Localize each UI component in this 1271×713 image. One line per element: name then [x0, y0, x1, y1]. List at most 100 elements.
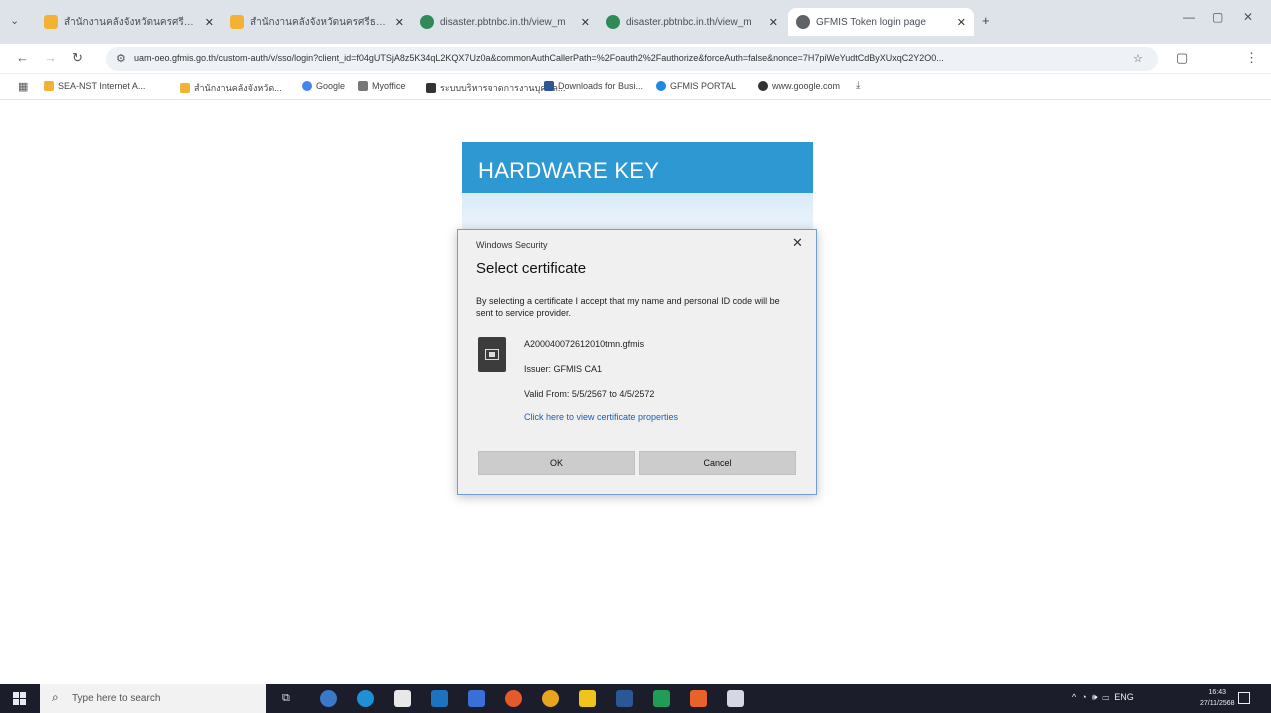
bookmark-label: Google: [316, 81, 346, 91]
mail-icon[interactable]: [468, 690, 485, 707]
bookmark-label: www.google.com: [772, 81, 841, 91]
site-info-icon[interactable]: ⚙: [116, 52, 126, 65]
close-tab-icon[interactable]: ✕: [581, 16, 590, 29]
browser-tab-2[interactable]: สำนักงานคลังจังหวัดนครศรีธรรมราช ✕: [222, 8, 412, 36]
bookmark-4[interactable]: Myoffice: [358, 81, 405, 91]
dialog-description: By selecting a certificate I accept that…: [476, 296, 780, 318]
browser-tab-3[interactable]: disaster.pbtnbc.in.th/view_m ✕: [412, 8, 598, 36]
certificate-validity: Valid From: 5/5/2567 to 4/5/2572: [524, 389, 655, 399]
bookmark-label: สำนักงานคลังจังหวัด...: [194, 83, 282, 93]
word-icon[interactable]: [616, 690, 633, 707]
store-icon[interactable]: [394, 690, 411, 707]
globe-icon: [758, 81, 768, 91]
favicon-icon: [796, 15, 810, 29]
cancel-button[interactable]: Cancel: [639, 451, 796, 475]
menu-kebab-icon[interactable]: ⋮: [1245, 50, 1258, 66]
taskbar-clock[interactable]: 16:43 27/11/2568: [1200, 687, 1235, 709]
download-icon[interactable]: ⤓: [856, 80, 860, 91]
notification-icon[interactable]: [1238, 692, 1250, 704]
favicon-icon: [44, 15, 58, 29]
apps-grid-icon[interactable]: ▦: [18, 80, 28, 93]
bookmark-7[interactable]: GFMIS PORTAL: [656, 81, 736, 91]
speaker-icon[interactable]: 🕪: [1092, 692, 1098, 702]
new-tab-button[interactable]: +: [982, 13, 990, 28]
app-icon-11[interactable]: [690, 690, 707, 707]
windows-taskbar: ⌕ Type here to search ⧉ ^ ◔ 🕪 ▭ ENG 16:4…: [0, 684, 1271, 713]
favicon-icon: [230, 15, 244, 29]
app-icon-12[interactable]: [727, 690, 744, 707]
browser-tab-1[interactable]: สำนักงานคลังจังหวัดนครศรีธรรมราช ✕: [36, 8, 222, 36]
app-icon-1[interactable]: [320, 690, 337, 707]
tab-title: สำนักงานคลังจังหวัดนครศรีธรรมราช: [64, 16, 199, 28]
close-tab-icon[interactable]: ✕: [957, 16, 966, 29]
forward-icon[interactable]: →: [44, 50, 57, 65]
ok-button[interactable]: OK: [478, 451, 635, 475]
dialog-caption: Windows Security: [476, 240, 548, 250]
bookmark-icon: [426, 83, 436, 93]
favicon-icon: [606, 15, 620, 29]
bookmark-star-icon[interactable]: ☆: [1133, 52, 1143, 65]
tab-search-icon[interactable]: ⌄: [10, 14, 19, 27]
bookmarks-bar: ▦ SEA-NST Internet A... สำนักงานคลังจังห…: [0, 74, 1271, 100]
tab-title: สำนักงานคลังจังหวัดนครศรีธรรมราช: [250, 16, 389, 28]
hardware-key-panel: [462, 193, 813, 233]
close-window-icon[interactable]: ✕: [1243, 10, 1253, 24]
windows-start-icon[interactable]: [13, 692, 26, 705]
maximize-icon[interactable]: ▢: [1212, 10, 1223, 24]
bookmark-2[interactable]: สำนักงานคลังจังหวัด...: [180, 81, 282, 95]
bookmark-1[interactable]: SEA-NST Internet A...: [44, 81, 145, 91]
firefox-icon[interactable]: [505, 690, 522, 707]
app-icon-4[interactable]: [431, 690, 448, 707]
bookmark-label: Myoffice: [372, 81, 406, 91]
chrome-icon[interactable]: [542, 690, 559, 707]
browser-toolbar: ← → ↻ ⚙ uam-oeo.gfmis.go.th/custom-auth/…: [0, 44, 1271, 111]
chevron-up-icon[interactable]: ^: [1072, 692, 1076, 702]
bookmark-8[interactable]: www.google.com: [758, 81, 840, 91]
close-tab-icon[interactable]: ✕: [205, 16, 214, 29]
extensions-icon[interactable]: ▢: [1176, 50, 1188, 66]
bookmark-6[interactable]: Downloads for Busi...: [544, 81, 643, 91]
hardware-key-header: HARDWARE KEY: [462, 142, 813, 193]
back-icon[interactable]: ←: [16, 50, 29, 65]
reload-icon[interactable]: ↻: [72, 50, 83, 66]
system-tray[interactable]: ^ ◔ 🕪 ▭ ENG: [1072, 692, 1134, 703]
task-view-icon[interactable]: ⧉: [282, 692, 290, 705]
url-text: uam-oeo.gfmis.go.th/custom-auth/v/sso/lo…: [134, 53, 944, 63]
address-bar[interactable]: ⚙ uam-oeo.gfmis.go.th/custom-auth/v/sso/…: [106, 47, 1158, 71]
taskbar-search-box[interactable]: ⌕ Type here to search: [40, 684, 266, 713]
battery-icon[interactable]: ▭: [1102, 692, 1109, 702]
google-icon: [302, 81, 312, 91]
bookmark-label: SEA-NST Internet A...: [58, 81, 146, 91]
select-certificate-dialog: Windows Security ✕ Select certificate By…: [457, 229, 817, 495]
browser-tab-5-active[interactable]: GFMIS Token login page ✕: [788, 8, 974, 36]
view-certificate-properties-link[interactable]: Click here to view certificate propertie…: [524, 412, 678, 422]
tab-title: disaster.pbtnbc.in.th/view_m: [440, 16, 566, 28]
minimize-icon[interactable]: —: [1183, 10, 1195, 24]
close-tab-icon[interactable]: ✕: [769, 16, 778, 29]
tab-title: GFMIS Token login page: [816, 16, 926, 28]
globe-icon: [656, 81, 666, 91]
excel-icon[interactable]: [653, 690, 670, 707]
browser-tab-4[interactable]: disaster.pbtnbc.in.th/view_m ✕: [598, 8, 786, 36]
bookmark-3[interactable]: Google: [302, 81, 345, 91]
search-placeholder: Type here to search: [72, 693, 161, 704]
certificate-name[interactable]: A200040072612010tmn.gfmis: [524, 339, 644, 349]
network-icon[interactable]: ◔: [1081, 692, 1086, 702]
bookmark-label: GFMIS PORTAL: [670, 81, 737, 91]
clock-date: 27/11/2568: [1200, 700, 1235, 707]
page-content: HARDWARE KEY Windows Security ✕ Select c…: [0, 100, 1271, 684]
bookmark-folder-icon: [180, 83, 190, 93]
certificate-icon-chip: [489, 352, 495, 357]
certificate-icon[interactable]: [478, 337, 506, 372]
close-tab-icon[interactable]: ✕: [395, 16, 404, 29]
clock-time: 16:43: [1208, 689, 1227, 696]
bookmark-icon: [358, 81, 368, 91]
bookmark-folder-icon: [44, 81, 54, 91]
file-explorer-icon[interactable]: [579, 690, 596, 707]
search-icon: ⌕: [52, 690, 59, 704]
dialog-title: Select certificate: [476, 260, 587, 277]
language-indicator[interactable]: ENG: [1114, 692, 1134, 702]
windows-icon: [544, 81, 554, 91]
edge-icon[interactable]: [357, 690, 374, 707]
dialog-close-icon[interactable]: ✕: [792, 235, 803, 251]
